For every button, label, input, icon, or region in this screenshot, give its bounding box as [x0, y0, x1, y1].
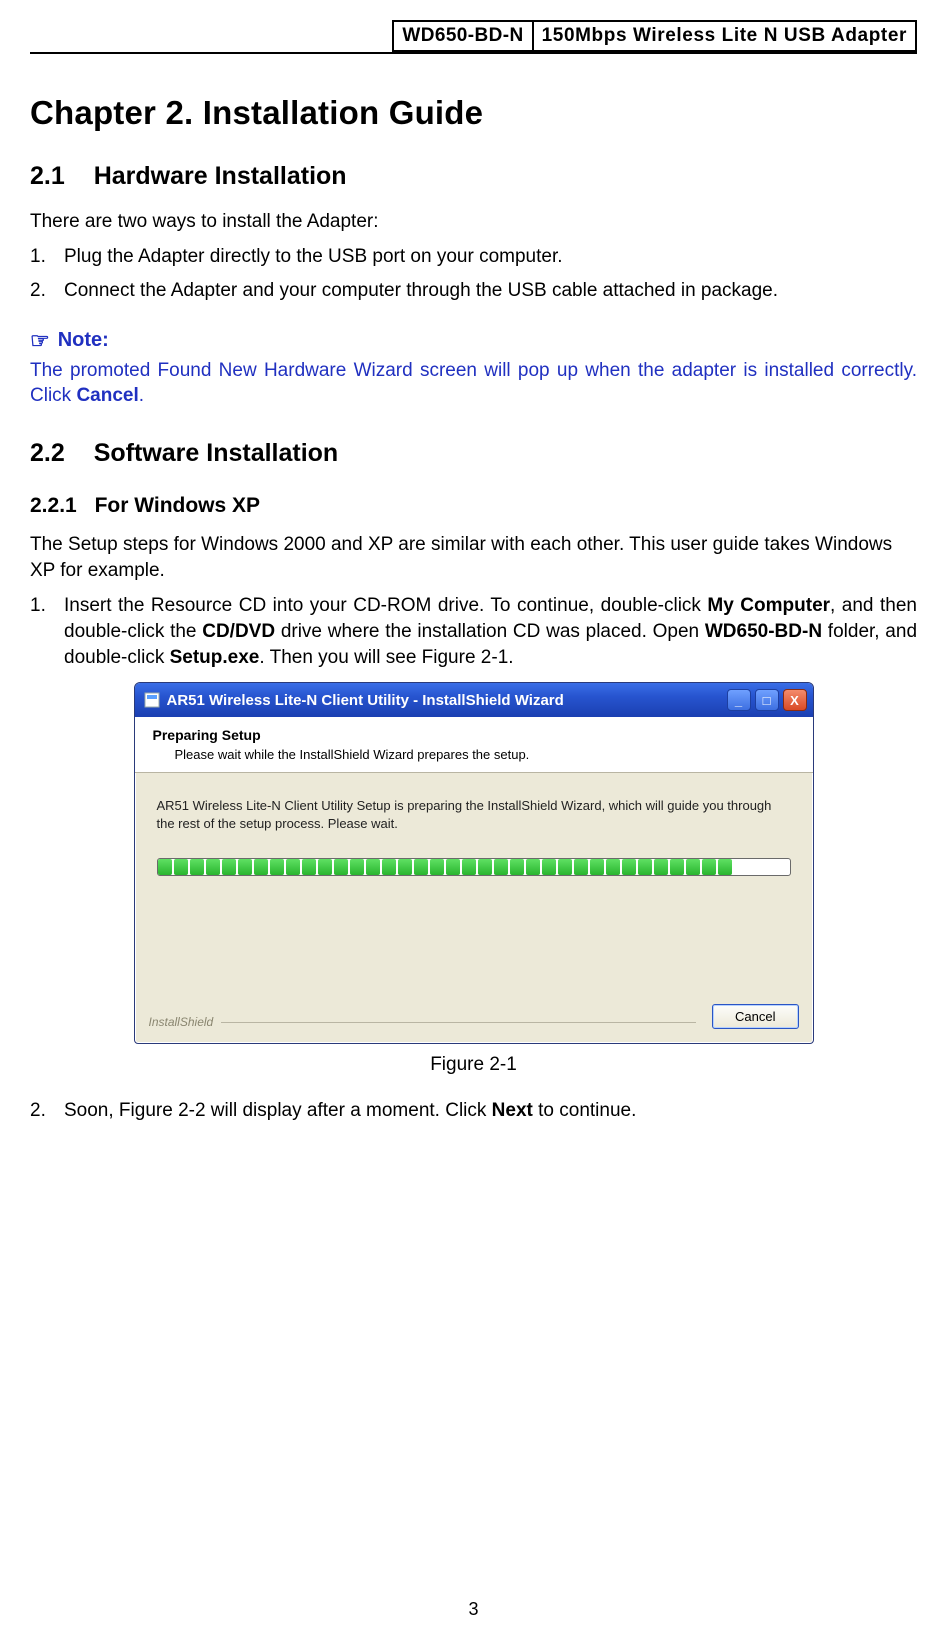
app-icon: [143, 691, 161, 709]
header-model: WD650-BD-N: [392, 20, 531, 52]
list-num: 2.: [30, 278, 64, 304]
maximize-button[interactable]: □: [755, 689, 779, 711]
step-2: 2. Soon, Figure 2-2 will display after a…: [30, 1098, 917, 1124]
section-2-1-title: Hardware Installation: [94, 162, 347, 190]
section-2-2-heading: 2.2 Software Installation: [30, 439, 917, 468]
page-number: 3: [0, 1599, 947, 1620]
progress-segment: [398, 859, 412, 875]
dialog-titlebar: AR51 Wireless Lite-N Client Utility - In…: [135, 683, 813, 717]
progress-segment: [190, 859, 204, 875]
progress-segment: [702, 859, 716, 875]
list-text: Plug the Adapter directly to the USB por…: [64, 244, 917, 270]
dialog-body-text: AR51 Wireless Lite-N Client Utility Setu…: [135, 773, 813, 840]
list-text: Connect the Adapter and your computer th…: [64, 278, 917, 304]
section-2-2-1-intro: The Setup steps for Windows 2000 and XP …: [30, 532, 917, 583]
progress-segment: [382, 859, 396, 875]
section-2-1-intro: There are two ways to install the Adapte…: [30, 209, 917, 235]
close-button[interactable]: X: [783, 689, 807, 711]
progress-segment: [622, 859, 636, 875]
progress-segment: [590, 859, 604, 875]
progress-segment: [238, 859, 252, 875]
page-header: WD650-BD-N 150Mbps Wireless Lite N USB A…: [30, 20, 917, 52]
progress-segment: [222, 859, 236, 875]
progress-segment: [414, 859, 428, 875]
section-2-1-number: 2.1: [30, 162, 65, 191]
progress-segment: [254, 859, 268, 875]
brand-divider: [221, 1022, 696, 1023]
step-1: 1. Insert the Resource CD into your CD-R…: [30, 593, 917, 670]
progress-segment: [430, 859, 444, 875]
progress-segment: [446, 859, 460, 875]
chapter-title: Chapter 2. Installation Guide: [30, 94, 917, 132]
note-body-bold: Cancel: [76, 385, 138, 406]
section-2-2-number: 2.2: [30, 439, 65, 468]
list-item: 2. Connect the Adapter and your computer…: [30, 278, 917, 304]
pointing-hand-icon: ☞: [30, 328, 50, 354]
dialog-top-band: Preparing Setup Please wait while the In…: [135, 717, 813, 773]
note-heading: ☞ Note:: [30, 328, 917, 354]
step-2-text: Soon, Figure 2-2 will display after a mo…: [64, 1098, 917, 1124]
step-num: 2.: [30, 1098, 64, 1124]
section-2-2-1-number: 2.2.1: [30, 494, 77, 518]
wizard-dialog: AR51 Wireless Lite-N Client Utility - In…: [134, 682, 814, 1044]
note-body-post: .: [139, 385, 144, 406]
progress-segment: [574, 859, 588, 875]
brand-row: InstallShield: [149, 1015, 713, 1029]
cancel-button[interactable]: Cancel: [712, 1004, 798, 1029]
progress-segment: [686, 859, 700, 875]
progress-bar: [157, 858, 791, 876]
progress-segment: [270, 859, 284, 875]
section-2-2-title: Software Installation: [94, 439, 338, 467]
step-num: 1.: [30, 593, 64, 619]
section-2-1-heading: 2.1 Hardware Installation: [30, 162, 917, 191]
progress-segment: [478, 859, 492, 875]
header-rule: [30, 52, 917, 54]
list-num: 1.: [30, 244, 64, 270]
list-item: 1. Plug the Adapter directly to the USB …: [30, 244, 917, 270]
progress-segment: [494, 859, 508, 875]
installshield-brand: InstallShield: [149, 1015, 214, 1029]
progress-segment: [654, 859, 668, 875]
progress-segment: [670, 859, 684, 875]
progress-segment: [558, 859, 572, 875]
dialog-title: AR51 Wireless Lite-N Client Utility - In…: [167, 692, 723, 709]
progress-bar-wrap: [135, 840, 813, 882]
progress-segment: [606, 859, 620, 875]
step-1-text: Insert the Resource CD into your CD-ROM …: [64, 593, 917, 670]
figure-caption: Figure 2-1: [30, 1054, 917, 1076]
wizard-dialog-wrap: AR51 Wireless Lite-N Client Utility - In…: [30, 682, 917, 1044]
header-product: 150Mbps Wireless Lite N USB Adapter: [532, 20, 917, 52]
progress-segment: [510, 859, 524, 875]
progress-segment: [638, 859, 652, 875]
progress-segment: [174, 859, 188, 875]
progress-segment: [542, 859, 556, 875]
progress-segment: [318, 859, 332, 875]
progress-segment: [350, 859, 364, 875]
minimize-button[interactable]: _: [727, 689, 751, 711]
progress-segment: [206, 859, 220, 875]
progress-segment: [286, 859, 300, 875]
preparing-setup-sub: Please wait while the InstallShield Wiza…: [175, 747, 799, 762]
progress-segment: [718, 859, 732, 875]
section-2-2-1-title: For Windows XP: [95, 494, 260, 517]
progress-segment: [462, 859, 476, 875]
dialog-footer: InstallShield Cancel: [135, 992, 813, 1043]
progress-segment: [526, 859, 540, 875]
progress-segment: [366, 859, 380, 875]
progress-segment: [302, 859, 316, 875]
progress-segment: [334, 859, 348, 875]
note-label: Note:: [58, 329, 109, 352]
progress-segment: [158, 859, 172, 875]
preparing-setup-label: Preparing Setup: [153, 727, 799, 743]
note-body-pre: The promoted Found New Hardware Wizard s…: [30, 360, 917, 407]
section-2-2-1-heading: 2.2.1 For Windows XP: [30, 494, 917, 518]
note-body: The promoted Found New Hardware Wizard s…: [30, 358, 917, 409]
